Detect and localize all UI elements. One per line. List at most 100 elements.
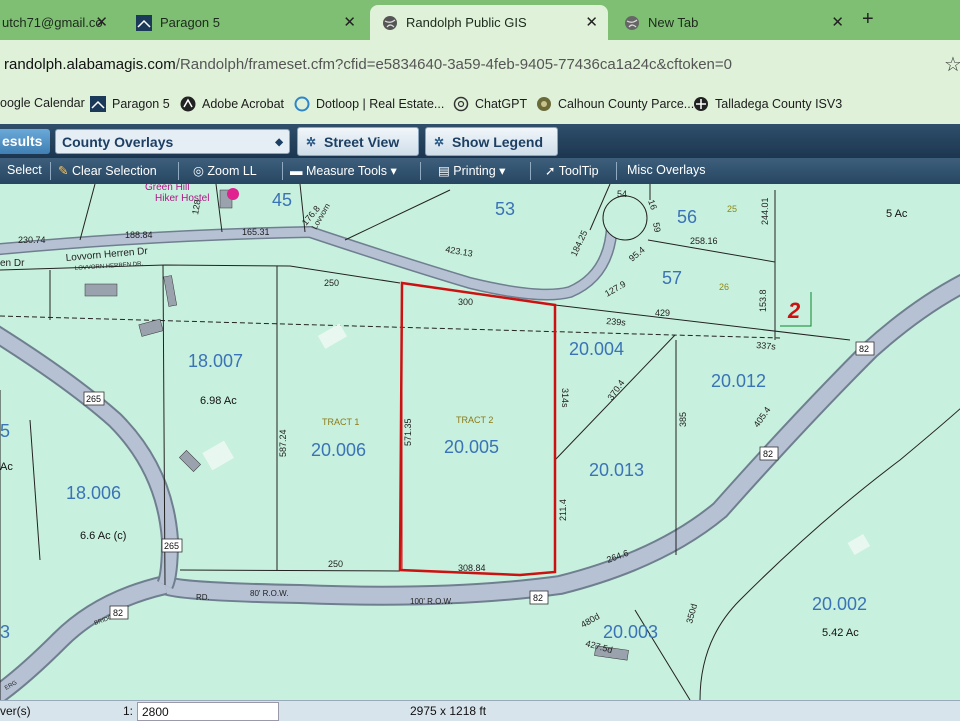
printing-label: Printing ▾: [453, 164, 506, 178]
tooltip-label: ToolTip: [558, 164, 599, 178]
parcel-id[interactable]: 56: [677, 207, 697, 227]
tooltip-tool[interactable]: ➚ ToolTip: [545, 163, 599, 178]
misc-overlays-menu[interactable]: Misc Overlays: [627, 163, 705, 177]
parcel-id[interactable]: 18.007: [188, 351, 243, 371]
clear-selection-tool[interactable]: ✎ Clear Selection: [58, 163, 157, 178]
parcel-id[interactable]: 20.002: [812, 594, 867, 614]
tab-paragon[interactable]: Paragon 5 ✕: [124, 5, 366, 40]
printing-menu[interactable]: ▤ Printing ▾: [438, 163, 505, 178]
address-bar[interactable]: randolph.alabamagis.com/Randolph/framese…: [0, 40, 960, 90]
dropdown-arrow-icon: ◆: [275, 137, 283, 148]
row-label: RD.: [196, 593, 210, 602]
new-tab-button[interactable]: +: [862, 8, 874, 31]
bookmark-paragon[interactable]: Paragon 5: [90, 96, 170, 112]
show-legend-button[interactable]: ✲ Show Legend: [425, 127, 558, 156]
dimension: 405.4: [751, 405, 772, 429]
parcel-id[interactable]: 18.006: [66, 483, 121, 503]
bookmark-calhoun-county[interactable]: Calhoun County Parce...: [536, 96, 694, 112]
dimension: 350d: [684, 603, 699, 625]
lot-number: 25: [727, 204, 737, 214]
dimension: 127.9: [603, 279, 628, 299]
dimension: 258.16: [690, 236, 718, 246]
dimension: 128: [190, 199, 202, 216]
toolbar-divider: [616, 162, 617, 180]
parcel-id[interactable]: 5: [0, 421, 10, 441]
tab-label: Paragon 5: [160, 15, 220, 30]
route-shield: 82: [859, 344, 869, 354]
dimension: 314s: [560, 388, 570, 408]
parcel-id[interactable]: 20.005: [444, 437, 499, 457]
bookmark-label: ChatGPT: [475, 97, 528, 111]
bookmark-chatgpt[interactable]: ChatGPT: [453, 96, 527, 112]
bookmarks-bar: oogle Calendar Paragon 5 Adobe Acrobat D…: [0, 90, 960, 125]
eraser-icon: ✎: [58, 164, 69, 178]
results-button[interactable]: esults: [0, 129, 50, 154]
bookmark-dotloop[interactable]: Dotloop | Real Estate...: [294, 96, 444, 112]
bookmark-google-calendar[interactable]: oogle Calendar: [0, 96, 85, 110]
url-field[interactable]: randolph.alabamagis.com/Randolph/framese…: [4, 56, 732, 73]
dimension: 385: [678, 412, 688, 427]
acreage: 5.42 Ac: [822, 627, 859, 639]
street-view-button[interactable]: ✲ Street View: [297, 127, 419, 156]
gis-tools-toolbar: Select ✎ Clear Selection ◎ Zoom LL ▬ Mea…: [0, 158, 960, 184]
parcel-id[interactable]: 45: [272, 190, 292, 210]
section-line: [0, 315, 781, 339]
select-tool[interactable]: Select: [7, 163, 42, 177]
chatgpt-icon: [453, 96, 469, 112]
zoom-ll-tool[interactable]: ◎ Zoom LL: [193, 163, 257, 178]
route-shield: 82: [763, 449, 773, 459]
bookmark-adobe-acrobat[interactable]: Adobe Acrobat: [180, 96, 284, 112]
layers-count: ver(s): [0, 704, 31, 718]
road-name: LOVVORN HERREN DR.: [75, 261, 144, 272]
tab-randolph-gis[interactable]: Randolph Public GIS ✕: [370, 5, 608, 40]
overlay-select[interactable]: County Overlays ◆: [55, 129, 290, 154]
acreage: 6.6 Ac (c): [80, 530, 126, 542]
tab-new-tab[interactable]: New Tab ✕: [612, 5, 854, 40]
parcel-id[interactable]: 20.006: [311, 440, 366, 460]
measure-tools-menu[interactable]: ▬ Measure Tools ▾: [290, 163, 397, 178]
selected-parcel-outline[interactable]: [398, 281, 557, 577]
target-icon: ◎: [193, 164, 204, 178]
dimension: 370.4: [605, 378, 626, 402]
paragon-icon: [90, 96, 106, 112]
parcel-map-svg[interactable]: Green Hill Hiker Hostel 45 53 56 57 18.0…: [0, 184, 960, 700]
parcel-id[interactable]: 20.013: [589, 460, 644, 480]
close-icon[interactable]: ✕: [831, 13, 844, 31]
clear-selection-label: Clear Selection: [71, 164, 157, 178]
scale-input[interactable]: 2800: [137, 702, 279, 721]
acreage: 6.98 Ac: [200, 395, 237, 407]
toolbar-divider: [420, 162, 421, 180]
bookmark-label: oogle Calendar: [0, 96, 85, 110]
acrobat-icon: [180, 96, 196, 112]
dimension: 95.4: [627, 245, 647, 264]
lot-number: 26: [719, 282, 729, 292]
scale-prefix: 1:: [123, 704, 134, 718]
tab-label: utch71@gmail.co: [2, 15, 103, 30]
parcel-id[interactable]: 53: [495, 199, 515, 219]
map-extent: 2975 x 1218 ft: [410, 704, 487, 718]
tract-label: TRACT 1: [322, 417, 359, 427]
globe-icon: [382, 15, 398, 31]
parcel-id[interactable]: 20.004: [569, 339, 624, 359]
close-icon[interactable]: ✕: [343, 13, 356, 31]
bookmark-star-icon[interactable]: ☆: [944, 52, 960, 77]
scale-value: 2800: [142, 705, 169, 719]
parcel-id[interactable]: 57: [662, 268, 682, 288]
acreage: Ac: [0, 461, 13, 473]
dimension: 16: [646, 198, 659, 211]
bookmark-talladega-county[interactable]: Talladega County ISV3: [693, 96, 842, 112]
gear-icon: ✲: [434, 135, 445, 149]
parcel-id[interactable]: 20.003: [603, 622, 658, 642]
dimension: 165.31: [242, 227, 270, 237]
close-icon[interactable]: ✕: [585, 13, 598, 31]
close-icon[interactable]: ✕: [95, 13, 108, 31]
bookmark-label: Calhoun County Parce...: [558, 97, 695, 111]
overlay-select-value: County Overlays: [62, 134, 174, 150]
poi-marker-icon[interactable]: [227, 188, 239, 200]
toolbar-divider: [282, 162, 283, 180]
parcel-id[interactable]: 20.012: [711, 371, 766, 391]
acreage: 5 Ac: [886, 208, 908, 220]
tab-gmail[interactable]: utch71@gmail.co ✕: [0, 5, 118, 40]
gis-map[interactable]: Green Hill Hiker Hostel 45 53 56 57 18.0…: [0, 184, 960, 700]
parcel-id[interactable]: 3: [0, 622, 10, 642]
